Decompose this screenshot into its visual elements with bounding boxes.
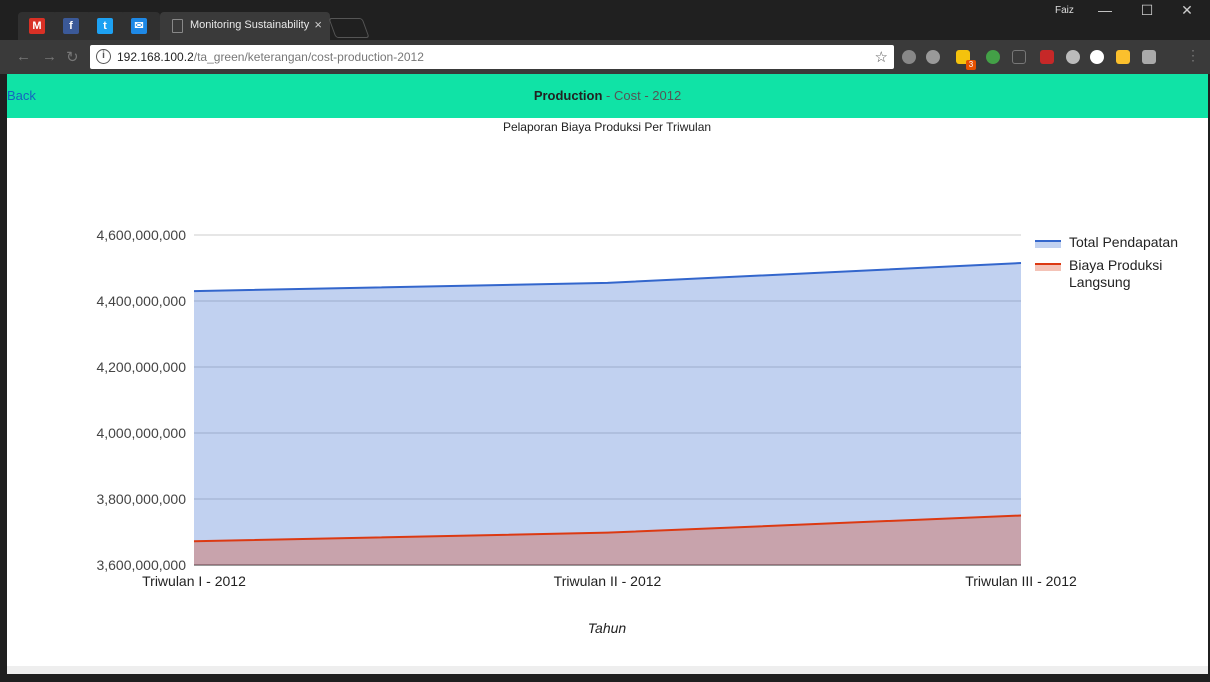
tab-monitoring-sustainability[interactable]: Monitoring Sustainability ×: [160, 12, 330, 40]
box-extension-icon[interactable]: [1142, 50, 1156, 64]
circle-extension-icon[interactable]: [1090, 50, 1104, 64]
legend-label: Total Pendapatan: [1069, 234, 1178, 250]
x-axis-label: Tahun: [588, 620, 627, 636]
tab-close-icon[interactable]: ×: [314, 17, 322, 32]
url-host: 192.168.100.2: [117, 50, 194, 64]
bookmark-star-icon[interactable]: ☆: [875, 48, 888, 66]
browser-toolbar: ← → ↻ i 192.168.100.2/ta_green/keteranga…: [0, 40, 1210, 74]
new-tab-button[interactable]: [328, 18, 370, 38]
legend-swatch: [1035, 264, 1061, 271]
tab-title: Monitoring Sustainability: [190, 19, 310, 31]
address-bar[interactable]: i 192.168.100.2/ta_green/keterangan/cost…: [90, 45, 894, 69]
page-header: Back Production - Cost - 2012: [7, 74, 1208, 118]
y-tick-label: 3,800,000,000: [96, 491, 186, 507]
browser-titlebar: M f t ✉ Monitoring Sustainability × Faiz…: [0, 0, 1210, 40]
y-axis: 3,600,000,000 3,800,000,000 4,000,000,000 4…: [96, 227, 186, 573]
reload-icon[interactable]: ↻: [66, 48, 79, 66]
maximize-icon[interactable]: ☐: [1132, 2, 1162, 19]
page-title-rest: - Cost - 2012: [602, 88, 682, 103]
url-path: /ta_green/keterangan/cost-production-201…: [193, 50, 424, 64]
forward-arrow-icon[interactable]: →: [42, 48, 57, 65]
minimize-icon[interactable]: —: [1090, 2, 1120, 18]
page-bottom-bar: [7, 666, 1208, 674]
x-tick-label: Triwulan I - 2012: [142, 573, 246, 589]
green-extension-icon[interactable]: [986, 50, 1000, 64]
x-axis: Triwulan I - 2012 Triwulan II - 2012 Triwu…: [142, 573, 1077, 589]
globe-extension-icon[interactable]: [902, 50, 916, 64]
legend-label: Biaya Produksi Langsung: [1069, 257, 1162, 290]
x-tick-label: Triwulan III - 2012: [965, 573, 1077, 589]
adblock-extension-icon[interactable]: [926, 50, 940, 64]
url-text[interactable]: 192.168.100.2/ta_green/keterangan/cost-p…: [117, 50, 424, 64]
ghost-extension-icon[interactable]: [1066, 50, 1080, 64]
y-tick-label: 3,600,000,000: [96, 557, 186, 573]
profile-name[interactable]: Faiz: [1055, 5, 1074, 16]
back-arrow-icon[interactable]: ←: [16, 48, 31, 65]
v-extension-icon[interactable]: [1116, 50, 1130, 64]
y-tick-label: 4,000,000,000: [96, 425, 186, 441]
gmail-icon: M: [29, 18, 45, 34]
chart-areas: [193, 262, 1022, 565]
y-tick-label: 4,200,000,000: [96, 359, 186, 375]
red-extension-icon[interactable]: [1040, 50, 1054, 64]
y-tick-label: 4,400,000,000: [96, 293, 186, 309]
chart-legend: Total Pendapatan Biaya Produksi Langsung: [1035, 234, 1178, 290]
close-window-icon[interactable]: ✕: [1172, 2, 1202, 19]
menu-dots-icon[interactable]: ⋮: [1186, 47, 1200, 64]
extension-badge: 3: [966, 60, 976, 70]
screenshot-extension-icon[interactable]: [1012, 50, 1026, 64]
legend-swatch: [1035, 241, 1061, 248]
page-icon: [172, 19, 183, 33]
tab-messenger[interactable]: ✉: [120, 12, 160, 40]
info-icon[interactable]: i: [96, 49, 111, 64]
page-title: Production - Cost - 2012: [7, 88, 1208, 103]
facebook-icon: f: [63, 18, 79, 34]
x-tick-label: Triwulan II - 2012: [554, 573, 662, 589]
chart-title: Pelaporan Biaya Produksi Per Triwulan: [503, 120, 711, 134]
page-content: Back Production - Cost - 2012 Pelaporan …: [7, 74, 1208, 674]
twitter-icon: t: [97, 18, 113, 34]
area-chart: Pelaporan Biaya Produksi Per Triwulan 3,…: [96, 120, 1178, 636]
y-tick-label: 4,600,000,000: [96, 227, 186, 243]
messenger-icon: ✉: [131, 18, 147, 34]
page-title-bold: Production: [533, 88, 603, 103]
